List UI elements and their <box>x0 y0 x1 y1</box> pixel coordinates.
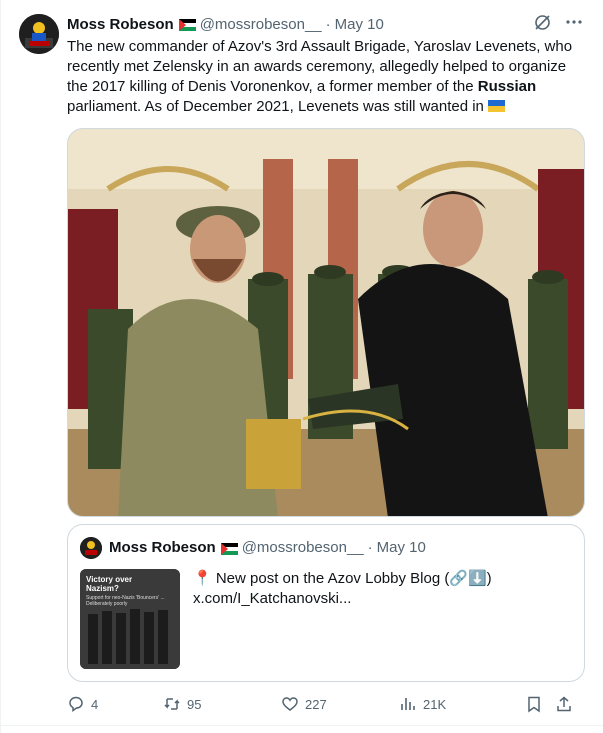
tweet-card[interactable]: Moss Robeson @mossrobeson__ · May 10 The… <box>0 0 603 733</box>
views-button[interactable]: 21K <box>399 695 525 713</box>
more-options-icon[interactable] <box>565 13 583 35</box>
heart-icon <box>282 697 298 711</box>
quoted-text: 📍 New post on the Azov Lobby Blog (🔗⬇️) … <box>193 569 563 609</box>
quoted-author-name: Moss Robeson <box>109 539 216 556</box>
like-count: 227 <box>305 696 327 712</box>
tweet-text-part: parliament. As of December 2021, Levenet… <box>67 98 489 115</box>
view-count: 21K <box>423 696 447 712</box>
views-icon <box>401 698 415 710</box>
ceremony-photo <box>68 129 584 516</box>
reply-icon <box>69 696 83 712</box>
divider <box>0 725 603 726</box>
tweet-photo[interactable] <box>67 128 585 517</box>
tweet-header: Moss Robeson @mossrobeson__ · May 10 <box>67 14 583 34</box>
reply-button[interactable]: 4 <box>67 695 163 713</box>
grok-icon[interactable] <box>534 14 551 35</box>
thumbnail-title: Victory over Nazism? <box>86 575 133 593</box>
tweet-date[interactable]: May 10 <box>335 16 384 33</box>
palestine-flag-icon <box>178 18 196 31</box>
quoted-link[interactable]: x.com/I_Katchanovski... <box>193 589 563 609</box>
action-bar: 4 95 227 21K <box>67 692 587 716</box>
quoted-header: Moss Robeson @mossrobeson__ · May 10 <box>109 539 426 556</box>
bookmark-icon <box>528 696 540 713</box>
thumbnail-subtitle: Support for neo-Nazis 'Bouncers' ... Del… <box>86 595 165 607</box>
separator: · <box>325 15 331 33</box>
palestine-flag-icon <box>220 542 238 555</box>
reply-count: 4 <box>91 696 99 712</box>
bookmark-button[interactable] <box>525 695 555 713</box>
tweet-text: The new commander of Azov's 3rd Assault … <box>67 37 587 118</box>
quoted-thumbnail[interactable]: Victory over Nazism? Support for neo-Naz… <box>80 569 180 669</box>
quoted-author-handle: @mossrobeson__ <box>241 539 364 556</box>
share-icon <box>557 696 571 712</box>
quoted-text-line: 📍 New post on the Azov Lobby Blog (🔗⬇️) <box>193 570 492 587</box>
divider <box>0 0 1 733</box>
repost-count: 95 <box>187 696 202 712</box>
ukraine-flag-icon <box>488 98 506 118</box>
quoted-date: May 10 <box>376 539 426 556</box>
author-handle[interactable]: @mossrobeson__ <box>200 16 322 33</box>
quoted-avatar[interactable] <box>80 537 102 559</box>
share-button[interactable] <box>555 695 585 713</box>
avatar-image <box>19 14 59 54</box>
like-button[interactable]: 227 <box>281 695 399 713</box>
tweet-text-bold: Russian <box>477 78 537 95</box>
repost-button[interactable]: 95 <box>163 695 281 713</box>
separator: · <box>367 539 373 556</box>
repost-icon <box>164 698 180 710</box>
author-name[interactable]: Moss Robeson <box>67 16 174 33</box>
quoted-tweet[interactable]: Moss Robeson @mossrobeson__ · May 10 Vic… <box>67 524 585 682</box>
avatar[interactable] <box>19 14 59 54</box>
